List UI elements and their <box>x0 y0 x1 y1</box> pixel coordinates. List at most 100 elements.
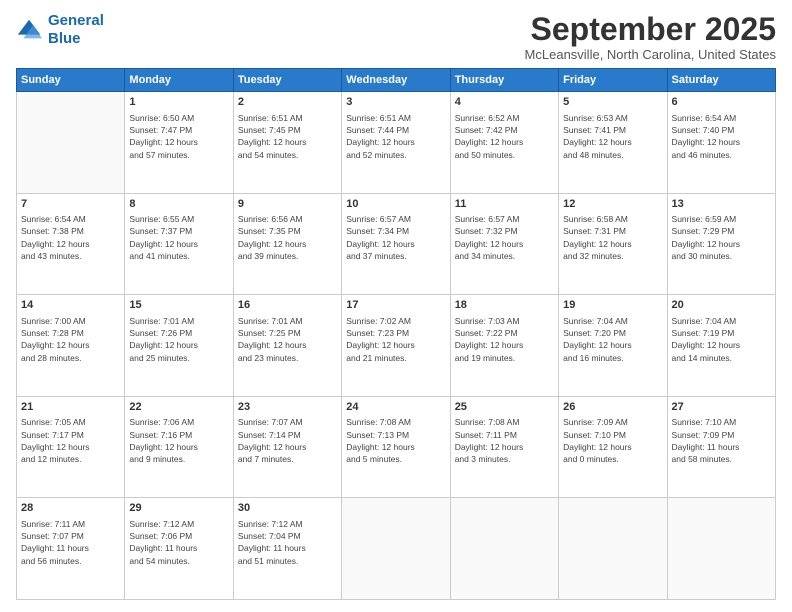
day-info: Sunrise: 7:04 AM Sunset: 7:20 PM Dayligh… <box>563 315 662 364</box>
table-row: 9Sunrise: 6:56 AM Sunset: 7:35 PM Daylig… <box>233 193 341 295</box>
logo-text: General Blue <box>48 12 104 48</box>
day-number: 13 <box>672 197 771 212</box>
day-number: 18 <box>455 298 554 313</box>
table-row: 8Sunrise: 6:55 AM Sunset: 7:37 PM Daylig… <box>125 193 233 295</box>
day-number: 29 <box>129 501 228 516</box>
table-row: 22Sunrise: 7:06 AM Sunset: 7:16 PM Dayli… <box>125 396 233 498</box>
day-number: 5 <box>563 95 662 110</box>
table-row: 21Sunrise: 7:05 AM Sunset: 7:17 PM Dayli… <box>17 396 125 498</box>
header-thursday: Thursday <box>450 69 558 92</box>
table-row: 30 Sunrise: 7:12 AM Sunset: 7:04 PM Dayli… <box>233 498 341 600</box>
day-info: Sunrise: 6:51 AM Sunset: 7:45 PM Dayligh… <box>238 112 337 161</box>
table-row: 1 Sunrise: 6:50 AM Sunset: 7:47 PM Daylig… <box>125 92 233 194</box>
day-number: 28 <box>21 501 120 516</box>
day-number: 16 <box>238 298 337 313</box>
header-tuesday: Tuesday <box>233 69 341 92</box>
table-row: 25Sunrise: 7:08 AM Sunset: 7:11 PM Dayli… <box>450 396 558 498</box>
day-number: 21 <box>21 400 120 415</box>
day-number: 27 <box>672 400 771 415</box>
day-info: Sunrise: 6:50 AM Sunset: 7:47 PM Dayligh… <box>129 112 228 161</box>
table-row <box>450 498 558 600</box>
table-row: 4 Sunrise: 6:52 AM Sunset: 7:42 PM Daylig… <box>450 92 558 194</box>
day-number: 30 <box>238 501 337 516</box>
day-info: Sunrise: 7:08 AM Sunset: 7:13 PM Dayligh… <box>346 416 445 465</box>
table-row: 2 Sunrise: 6:51 AM Sunset: 7:45 PM Daylig… <box>233 92 341 194</box>
day-number: 2 <box>238 95 337 110</box>
day-info: Sunrise: 7:06 AM Sunset: 7:16 PM Dayligh… <box>129 416 228 465</box>
day-number: 14 <box>21 298 120 313</box>
day-info: Sunrise: 6:59 AM Sunset: 7:29 PM Dayligh… <box>672 213 771 262</box>
day-number: 8 <box>129 197 228 212</box>
calendar-week-row: 21Sunrise: 7:05 AM Sunset: 7:17 PM Dayli… <box>17 396 776 498</box>
day-info: Sunrise: 7:07 AM Sunset: 7:14 PM Dayligh… <box>238 416 337 465</box>
calendar-header-row: Sunday Monday Tuesday Wednesday Thursday… <box>17 69 776 92</box>
table-row: 10Sunrise: 6:57 AM Sunset: 7:34 PM Dayli… <box>342 193 450 295</box>
day-number: 23 <box>238 400 337 415</box>
day-number: 3 <box>346 95 445 110</box>
calendar-week-row: 28 Sunrise: 7:11 AM Sunset: 7:07 PM Dayli… <box>17 498 776 600</box>
table-row <box>17 92 125 194</box>
day-info: Sunrise: 6:57 AM Sunset: 7:32 PM Dayligh… <box>455 213 554 262</box>
day-info: Sunrise: 7:01 AM Sunset: 7:26 PM Dayligh… <box>129 315 228 364</box>
table-row: 16Sunrise: 7:01 AM Sunset: 7:25 PM Dayli… <box>233 295 341 397</box>
day-info: Sunrise: 7:10 AM Sunset: 7:09 PM Dayligh… <box>672 416 771 465</box>
day-info: Sunrise: 6:53 AM Sunset: 7:41 PM Dayligh… <box>563 112 662 161</box>
table-row: 24Sunrise: 7:08 AM Sunset: 7:13 PM Dayli… <box>342 396 450 498</box>
day-number: 19 <box>563 298 662 313</box>
table-row: 11Sunrise: 6:57 AM Sunset: 7:32 PM Dayli… <box>450 193 558 295</box>
day-number: 10 <box>346 197 445 212</box>
table-row: 6 Sunrise: 6:54 AM Sunset: 7:40 PM Daylig… <box>667 92 775 194</box>
day-number: 12 <box>563 197 662 212</box>
day-number: 9 <box>238 197 337 212</box>
day-number: 7 <box>21 197 120 212</box>
header-sunday: Sunday <box>17 69 125 92</box>
calendar-week-row: 14 Sunrise: 7:00 AM Sunset: 7:28 PM Dayli… <box>17 295 776 397</box>
day-info: Sunrise: 7:12 AM Sunset: 7:04 PM Dayligh… <box>238 518 337 567</box>
table-row: 18 Sunrise: 7:03 AM Sunset: 7:22 PM Dayli… <box>450 295 558 397</box>
table-row: 23Sunrise: 7:07 AM Sunset: 7:14 PM Dayli… <box>233 396 341 498</box>
location: McLeansville, North Carolina, United Sta… <box>525 47 776 62</box>
table-row: 29 Sunrise: 7:12 AM Sunset: 7:06 PM Dayli… <box>125 498 233 600</box>
logo-line2: Blue <box>48 30 81 47</box>
table-row: 12Sunrise: 6:58 AM Sunset: 7:31 PM Dayli… <box>559 193 667 295</box>
table-row: 3 Sunrise: 6:51 AM Sunset: 7:44 PM Daylig… <box>342 92 450 194</box>
day-number: 15 <box>129 298 228 313</box>
day-info: Sunrise: 6:54 AM Sunset: 7:40 PM Dayligh… <box>672 112 771 161</box>
header-saturday: Saturday <box>667 69 775 92</box>
title-block: September 2025 McLeansville, North Carol… <box>525 12 776 62</box>
day-number: 24 <box>346 400 445 415</box>
header-friday: Friday <box>559 69 667 92</box>
day-number: 25 <box>455 400 554 415</box>
table-row: 28 Sunrise: 7:11 AM Sunset: 7:07 PM Dayli… <box>17 498 125 600</box>
month-title: September 2025 <box>525 12 776 47</box>
table-row <box>342 498 450 600</box>
day-number: 4 <box>455 95 554 110</box>
calendar-week-row: 1 Sunrise: 6:50 AM Sunset: 7:47 PM Daylig… <box>17 92 776 194</box>
table-row: 20Sunrise: 7:04 AM Sunset: 7:19 PM Dayli… <box>667 295 775 397</box>
table-row <box>559 498 667 600</box>
day-info: Sunrise: 7:03 AM Sunset: 7:22 PM Dayligh… <box>455 315 554 364</box>
day-info: Sunrise: 6:52 AM Sunset: 7:42 PM Dayligh… <box>455 112 554 161</box>
page: General Blue September 2025 McLeansville… <box>0 0 792 612</box>
table-row: 7Sunrise: 6:54 AM Sunset: 7:38 PM Daylig… <box>17 193 125 295</box>
table-row: 15 Sunrise: 7:01 AM Sunset: 7:26 PM Dayli… <box>125 295 233 397</box>
table-row: 5 Sunrise: 6:53 AM Sunset: 7:41 PM Daylig… <box>559 92 667 194</box>
header: General Blue September 2025 McLeansville… <box>16 12 776 62</box>
table-row: 13Sunrise: 6:59 AM Sunset: 7:29 PM Dayli… <box>667 193 775 295</box>
day-number: 26 <box>563 400 662 415</box>
table-row: 14 Sunrise: 7:00 AM Sunset: 7:28 PM Dayli… <box>17 295 125 397</box>
header-wednesday: Wednesday <box>342 69 450 92</box>
day-info: Sunrise: 7:11 AM Sunset: 7:07 PM Dayligh… <box>21 518 120 567</box>
day-info: Sunrise: 7:02 AM Sunset: 7:23 PM Dayligh… <box>346 315 445 364</box>
day-number: 17 <box>346 298 445 313</box>
table-row: 19 Sunrise: 7:04 AM Sunset: 7:20 PM Dayli… <box>559 295 667 397</box>
day-number: 1 <box>129 95 228 110</box>
day-number: 6 <box>672 95 771 110</box>
day-info: Sunrise: 6:51 AM Sunset: 7:44 PM Dayligh… <box>346 112 445 161</box>
day-info: Sunrise: 7:12 AM Sunset: 7:06 PM Dayligh… <box>129 518 228 567</box>
day-number: 20 <box>672 298 771 313</box>
day-info: Sunrise: 7:05 AM Sunset: 7:17 PM Dayligh… <box>21 416 120 465</box>
day-info: Sunrise: 7:00 AM Sunset: 7:28 PM Dayligh… <box>21 315 120 364</box>
logo: General Blue <box>16 12 104 48</box>
logo-icon <box>16 16 44 44</box>
